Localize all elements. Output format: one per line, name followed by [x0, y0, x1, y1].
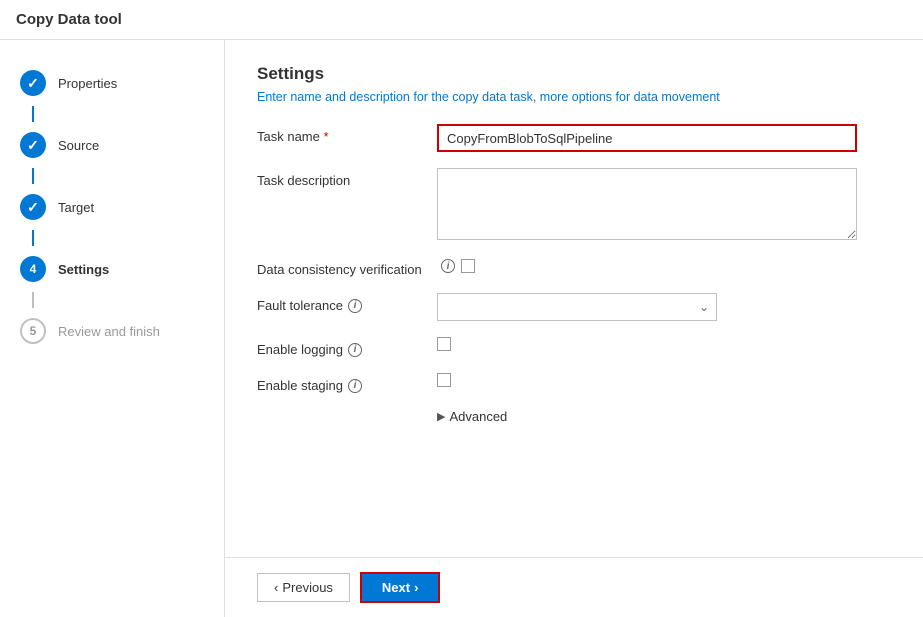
content-body: Settings Enter name and description for …	[225, 40, 923, 557]
step-label-settings: Settings	[58, 262, 109, 277]
step-circle-source	[20, 132, 46, 158]
enable-logging-info-icon[interactable]: i	[348, 343, 362, 357]
enable-staging-info-icon[interactable]: i	[348, 379, 362, 393]
step-circle-settings: 4	[20, 256, 46, 282]
step-connector-2	[32, 168, 34, 184]
enable-logging-label: Enable logging i	[257, 337, 437, 357]
step-label-review: Review and finish	[58, 324, 160, 339]
fault-tolerance-info-icon[interactable]: i	[348, 299, 362, 313]
task-desc-row: Task description	[257, 168, 891, 243]
previous-label: Previous	[282, 580, 333, 595]
data-consistency-label: Data consistency verification	[257, 259, 437, 277]
step-label-properties: Properties	[58, 76, 117, 91]
enable-logging-control	[437, 337, 857, 354]
step-circle-review: 5	[20, 318, 46, 344]
sidebar-item-source[interactable]: Source	[0, 122, 224, 168]
step-connector-1	[32, 106, 34, 122]
step-circle-target	[20, 194, 46, 220]
step-connector-3	[32, 230, 34, 246]
next-button[interactable]: Next ›	[360, 572, 441, 603]
fault-tolerance-control: None Skip incompatible rows ⌄	[437, 293, 857, 321]
sidebar-item-properties[interactable]: Properties	[0, 60, 224, 106]
task-desc-label: Task description	[257, 168, 437, 188]
data-consistency-checkbox[interactable]	[461, 259, 475, 273]
sidebar: Properties Source Target 4 Settings	[0, 40, 225, 617]
task-name-label: Task name *	[257, 124, 437, 144]
step-label-target: Target	[58, 200, 94, 215]
task-name-row: Task name *	[257, 124, 891, 152]
next-label: Next	[382, 580, 410, 595]
section-title: Settings	[257, 64, 891, 84]
content-footer: ‹ Previous Next ›	[225, 557, 923, 617]
enable-staging-control	[437, 373, 857, 390]
enable-staging-checkbox[interactable]	[437, 373, 451, 387]
step-label-source: Source	[58, 138, 99, 153]
fault-tolerance-row: Fault tolerance i None Skip incompatible…	[257, 293, 891, 321]
content-area: Settings Enter name and description for …	[225, 40, 923, 617]
advanced-chevron-icon: ▶	[437, 410, 445, 423]
task-name-control	[437, 124, 857, 152]
task-name-input[interactable]	[437, 124, 857, 152]
step-circle-properties	[20, 70, 46, 96]
fault-tolerance-select[interactable]: None Skip incompatible rows	[437, 293, 717, 321]
sidebar-item-review[interactable]: 5 Review and finish	[0, 308, 224, 354]
data-consistency-row: Data consistency verification i	[257, 259, 891, 277]
previous-chevron-icon: ‹	[274, 580, 278, 595]
task-desc-control	[437, 168, 857, 243]
enable-logging-row: Enable logging i	[257, 337, 891, 357]
task-desc-textarea[interactable]	[437, 168, 857, 240]
next-chevron-icon: ›	[414, 580, 418, 595]
fault-tolerance-label: Fault tolerance i	[257, 293, 437, 313]
sidebar-item-target[interactable]: Target	[0, 184, 224, 230]
page-title: Copy Data tool	[16, 11, 122, 28]
sidebar-item-settings[interactable]: 4 Settings	[0, 246, 224, 292]
enable-staging-row: Enable staging i	[257, 373, 891, 393]
enable-staging-label: Enable staging i	[257, 373, 437, 393]
data-consistency-control: i	[437, 259, 857, 273]
enable-logging-checkbox[interactable]	[437, 337, 451, 351]
section-subtitle: Enter name and description for the copy …	[257, 90, 891, 104]
advanced-section[interactable]: ▶ Advanced	[437, 409, 891, 424]
advanced-label: Advanced	[449, 409, 507, 424]
data-consistency-info-icon[interactable]: i	[441, 259, 455, 273]
previous-button[interactable]: ‹ Previous	[257, 573, 350, 602]
step-connector-4	[32, 292, 34, 308]
